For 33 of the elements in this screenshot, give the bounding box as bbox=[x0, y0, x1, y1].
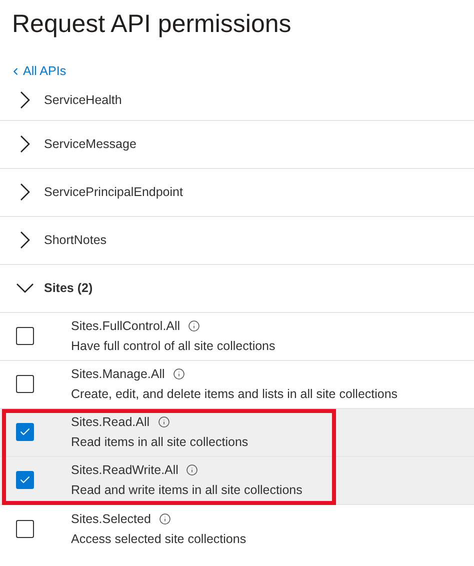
checkbox[interactable] bbox=[16, 520, 34, 538]
permission-description: Access selected site collections bbox=[71, 530, 246, 548]
info-icon[interactable] bbox=[188, 320, 200, 332]
info-icon[interactable] bbox=[172, 368, 185, 380]
permission-description: Read items in all site collections bbox=[71, 434, 248, 452]
back-link[interactable]: All APIs bbox=[10, 62, 66, 81]
chevron-right-icon bbox=[20, 91, 30, 110]
info-icon[interactable] bbox=[186, 464, 198, 476]
chevron-down-icon bbox=[16, 283, 34, 294]
permission-name: Sites.Manage.All bbox=[71, 366, 165, 384]
info-icon[interactable] bbox=[158, 416, 170, 428]
chevron-right-icon bbox=[20, 135, 30, 154]
permission-row[interactable]: Sites.Read.All Read items in all site collections bbox=[0, 408, 474, 457]
page-title: Request API permissions bbox=[11, 9, 292, 40]
permission-name: Sites.Selected bbox=[71, 510, 151, 528]
chevron-right-icon bbox=[20, 231, 30, 250]
info-icon[interactable] bbox=[158, 512, 171, 525]
checkbox[interactable] bbox=[16, 423, 34, 442]
api-group-row[interactable]: ServiceMessage bbox=[0, 120, 474, 169]
api-group-row[interactable]: ShortNotes bbox=[0, 216, 474, 265]
permission-name: Sites.FullControl.All bbox=[71, 318, 180, 336]
api-group-row[interactable]: ServiceHealth bbox=[0, 80, 474, 121]
permission-description: Read and write items in all site collections bbox=[71, 482, 302, 500]
permission-description: Create, edit, and delete items and lists in all site collections bbox=[71, 386, 398, 404]
checkbox[interactable] bbox=[16, 471, 34, 490]
permission-description: Have full control of all site collections bbox=[71, 338, 276, 356]
chevron-right-icon bbox=[20, 183, 30, 202]
checkbox[interactable] bbox=[16, 327, 34, 346]
permission-name: Sites.Read.All bbox=[71, 414, 150, 432]
api-group-row[interactable]: ServicePrincipalEndpoint bbox=[0, 168, 474, 217]
permission-name: Sites.ReadWrite.All bbox=[71, 462, 178, 480]
checkbox[interactable] bbox=[16, 375, 34, 394]
permission-row[interactable]: Sites.ReadWrite.All Read and write items in all site collections bbox=[0, 456, 474, 505]
